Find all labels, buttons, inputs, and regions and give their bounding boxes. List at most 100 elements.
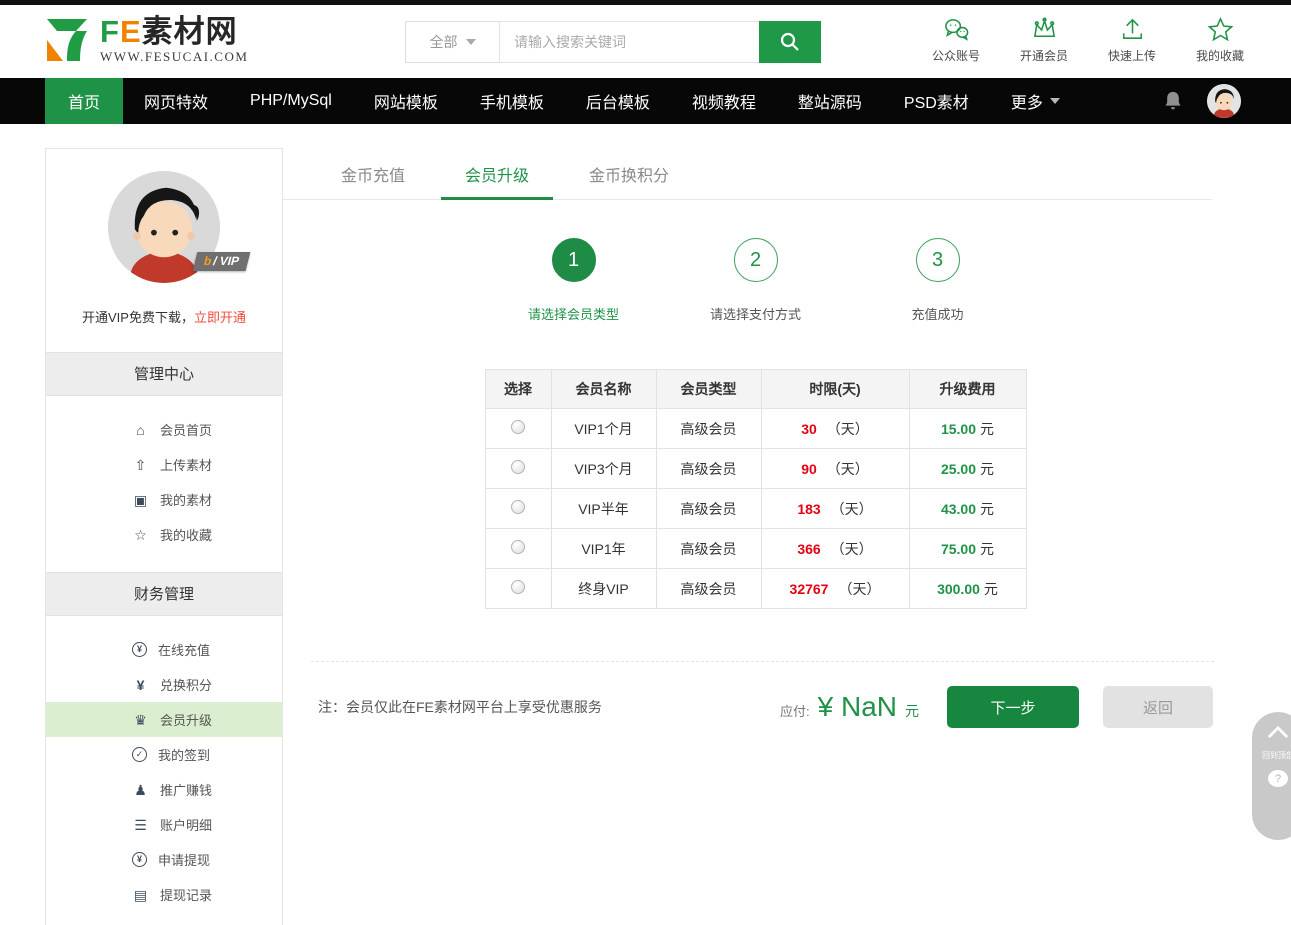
plan-radio[interactable]: [511, 460, 525, 474]
open-vip-link[interactable]: 立即开通: [194, 310, 246, 325]
quick-link-label: 快速上传: [1107, 49, 1156, 63]
tab-coin-to-points[interactable]: 金币换积分: [559, 148, 699, 199]
nav-item-psd[interactable]: PSD素材: [883, 78, 990, 124]
column-header-select: 选择: [484, 369, 552, 409]
quick-link-label: 开通会员: [1019, 49, 1068, 63]
plan-radio[interactable]: [511, 580, 525, 594]
nav-right-group: [1163, 78, 1241, 124]
step-label: 请选择会员类型: [527, 307, 619, 322]
quick-link-label: 公众账号: [931, 49, 980, 63]
nav-item-video-tutorials[interactable]: 视频教程: [671, 78, 777, 124]
header-quick-links: 公众账号 开通会员 快速上传 我的收藏: [927, 16, 1249, 64]
plan-radio[interactable]: [511, 540, 525, 554]
sidebar-item-label: 我的收藏: [160, 528, 213, 543]
table-header-row: 选择 会员名称 会员类型 时限(天) 升级费用: [484, 369, 1027, 409]
star-icon: ☆: [134, 526, 147, 543]
nav-item-mobile-templates[interactable]: 手机模板: [459, 78, 565, 124]
wechat-icon: [944, 19, 968, 41]
table-row: VIP半年 高级会员 183 （天） 43.00 元: [484, 488, 1027, 529]
nav-item-php-mysql[interactable]: PHP/MySql: [229, 78, 353, 124]
sidebar-item-my-favorites[interactable]: ☆ 我的收藏: [46, 517, 282, 552]
image-icon: ▣: [133, 491, 148, 508]
plan-type: 高级会员: [655, 528, 762, 569]
plan-days-unit: （天）: [826, 420, 869, 437]
table-row: VIP1年 高级会员 366 （天） 75.00 元: [484, 528, 1027, 569]
step-1: 1 请选择会员类型: [510, 238, 638, 323]
sidebar-item-account-details[interactable]: ☰ 账户明细: [46, 807, 282, 842]
quick-link-public-account[interactable]: 公众账号: [927, 16, 985, 64]
back-to-top-text[interactable]: 回到顶部: [1262, 751, 1291, 761]
sidebar-item-my-checkin[interactable]: ✓ 我的签到: [46, 737, 282, 772]
site-logo[interactable]: FE素材网 WWW.FESUCAI.COM: [40, 14, 248, 66]
sidebar-item-apply-withdraw[interactable]: ¥ 申请提现: [46, 842, 282, 877]
upload-icon: [1122, 18, 1142, 39]
document-icon: ▤: [133, 886, 148, 903]
sidebar-item-my-material[interactable]: ▣ 我的素材: [46, 482, 282, 517]
plan-price: 15.00: [940, 420, 977, 437]
nav-item-more[interactable]: 更多: [990, 78, 1081, 124]
main-nav: 首页 网页特效 PHP/MySql 网站模板 手机模板 后台模板 视频教程 整站…: [0, 78, 1291, 124]
sidebar-item-withdraw-records[interactable]: ▤ 提现记录: [46, 877, 282, 912]
nav-item-full-source[interactable]: 整站源码: [777, 78, 883, 124]
next-step-button[interactable]: 下一步: [947, 686, 1079, 728]
upload-icon: ⇧: [134, 456, 147, 473]
tab-member-upgrade[interactable]: 会员升级: [435, 148, 559, 200]
plan-price-unit: 元: [980, 460, 995, 477]
yen-circle-icon: ¥: [132, 642, 147, 657]
sidebar-item-label: 申请提现: [158, 853, 211, 868]
back-to-top-icon[interactable]: [1267, 726, 1289, 739]
vip-badge[interactable]: b/VIP: [192, 252, 251, 271]
sidebar-section-management[interactable]: 管理中心: [46, 352, 282, 396]
quick-link-my-favorites[interactable]: 我的收藏: [1191, 16, 1249, 64]
coins-icon: ☰: [134, 816, 147, 833]
step-2: 2 请选择支付方式: [692, 238, 820, 323]
back-button[interactable]: 返回: [1103, 686, 1213, 728]
sidebar-item-label: 提现记录: [160, 888, 213, 903]
sidebar-section-finance[interactable]: 财务管理: [46, 572, 282, 616]
sidebar-item-promote-earn[interactable]: ♟ 推广赚钱: [46, 772, 282, 807]
plan-days: 366: [797, 540, 821, 557]
search-category-dropdown[interactable]: 全部: [405, 21, 499, 63]
search-category-value: 全部: [429, 34, 458, 50]
sidebar-item-upload-material[interactable]: ⇧ 上传素材: [46, 447, 282, 482]
main-panel: 金币充值 会员升级 金币换积分 1 请选择会员类型 2 请选择支付方式 3 充值…: [283, 148, 1228, 728]
brand-cn: 素材网: [141, 13, 238, 49]
plan-type: 高级会员: [655, 568, 762, 609]
plan-name: VIP1年: [550, 528, 657, 569]
nav-item-home[interactable]: 首页: [45, 78, 124, 124]
plan-days-unit: （天）: [830, 540, 873, 557]
nav-item-admin-templates[interactable]: 后台模板: [565, 78, 671, 124]
search-input[interactable]: [499, 21, 759, 63]
quick-link-quick-upload[interactable]: 快速上传: [1103, 16, 1161, 64]
notification-bell-icon[interactable]: [1163, 90, 1183, 112]
sidebar-item-exchange-points[interactable]: ¥ 兑换积分: [46, 667, 282, 702]
sidebar-item-member-home[interactable]: ⌂ 会员首页: [46, 412, 282, 447]
search-button[interactable]: [759, 21, 821, 63]
plan-radio[interactable]: [511, 420, 525, 434]
quick-link-open-vip[interactable]: 开通会员: [1015, 16, 1073, 64]
step-indicator: 1 请选择会员类型 2 请选择支付方式 3 充值成功: [283, 238, 1228, 323]
chevron-down-icon: [1049, 98, 1060, 104]
sidebar-item-label: 账户明细: [160, 818, 213, 833]
sidebar-item-online-recharge[interactable]: ¥ 在线充值: [46, 632, 282, 667]
nav-more-label: 更多: [1010, 95, 1043, 112]
site-header: FE素材网 WWW.FESUCAI.COM 全部 公众账号 开通会员 快速上传 …: [0, 5, 1291, 78]
plan-price: 300.00: [937, 580, 980, 597]
help-bubble[interactable]: ?: [1268, 770, 1288, 787]
logo-text-block: FE素材网 WWW.FESUCAI.COM: [100, 13, 248, 65]
plan-radio[interactable]: [511, 500, 525, 514]
plan-days: 183: [797, 500, 821, 517]
floating-widget: 回到顶部 ?: [1252, 712, 1291, 840]
question-icon: ?: [1274, 772, 1282, 785]
nav-item-web-effects[interactable]: 网页特效: [123, 78, 229, 124]
nav-item-site-templates[interactable]: 网站模板: [353, 78, 459, 124]
plan-days: 30: [801, 420, 817, 437]
step-circle: 2: [733, 238, 778, 282]
sidebar-item-label: 上传素材: [160, 458, 213, 473]
table-row: 终身VIP 高级会员 32767 （天） 300.00 元: [484, 568, 1027, 609]
sidebar-item-member-upgrade[interactable]: ♛ 会员升级: [46, 702, 282, 737]
check-circle-icon: ✓: [132, 747, 147, 762]
plan-name: VIP半年: [550, 488, 657, 529]
user-avatar[interactable]: [1207, 84, 1241, 118]
tab-coin-recharge[interactable]: 金币充值: [311, 148, 435, 199]
